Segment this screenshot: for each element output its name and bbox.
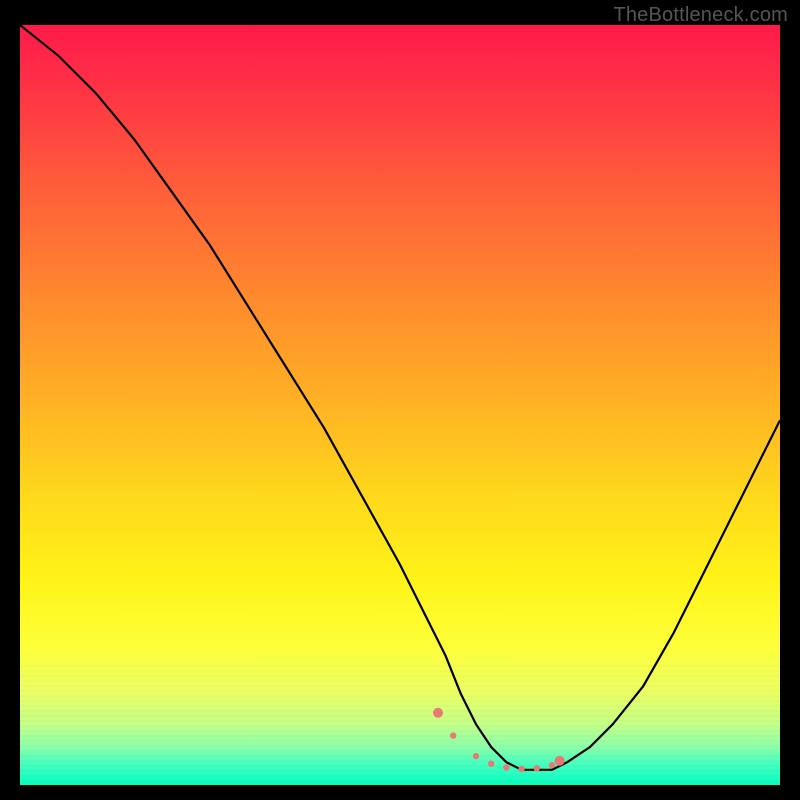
marker-dot [534,765,540,771]
chart-frame: TheBottleneck.com [0,0,800,800]
bottleneck-curve [20,25,780,785]
curve-line [20,25,780,770]
marker-dot [518,766,524,772]
plot-area [20,25,780,785]
marker-dot [473,753,479,759]
marker-dot [503,764,509,770]
marker-dot [488,761,494,767]
marker-dot [549,762,555,768]
marker-dot [433,708,443,718]
highlight-markers [433,708,565,772]
marker-dot [450,732,456,738]
watermark-text: TheBottleneck.com [613,4,788,27]
marker-dot [555,756,565,766]
